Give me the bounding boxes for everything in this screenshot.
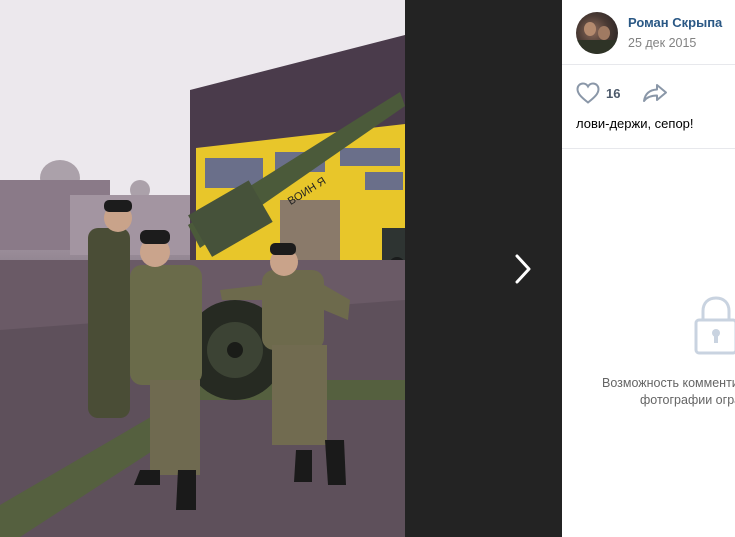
heart-outline-icon — [576, 82, 600, 104]
author-name-link[interactable]: Роман Скрыпа — [628, 15, 722, 30]
avatar[interactable] — [576, 12, 618, 54]
chevron-right-icon — [515, 254, 531, 284]
photo-info-panel: Роман Скрыпа 25 дек 2015 16 лови-держи, … — [562, 0, 735, 537]
like-count: 16 — [606, 85, 621, 101]
divider — [562, 64, 735, 65]
post-caption: лови-держи, сепор! — [576, 116, 694, 131]
post-date[interactable]: 25 дек 2015 — [628, 36, 722, 50]
notice-line-2: фотографии огра — [640, 393, 735, 407]
share-arrow-icon — [643, 84, 668, 102]
author-block: Роман Скрыпа 25 дек 2015 — [576, 12, 722, 54]
post-photo[interactable]: ВОИН Я — [0, 0, 405, 537]
padlock-icon — [694, 296, 735, 355]
post-actions: 16 — [576, 82, 668, 104]
comments-disabled-notice: Возможность комменти фотографии огра — [602, 375, 735, 409]
divider — [562, 148, 735, 149]
author-text: Роман Скрыпа 25 дек 2015 — [628, 15, 722, 50]
notice-line-1: Возможность комменти — [602, 376, 735, 390]
like-button[interactable]: 16 — [576, 82, 620, 104]
share-button[interactable] — [642, 83, 668, 103]
comments-lock — [694, 296, 735, 361]
photo-scene: ВОИН Я — [0, 0, 405, 537]
next-photo-button[interactable] — [500, 244, 546, 294]
photo-viewer: ВОИН Я — [0, 0, 562, 537]
